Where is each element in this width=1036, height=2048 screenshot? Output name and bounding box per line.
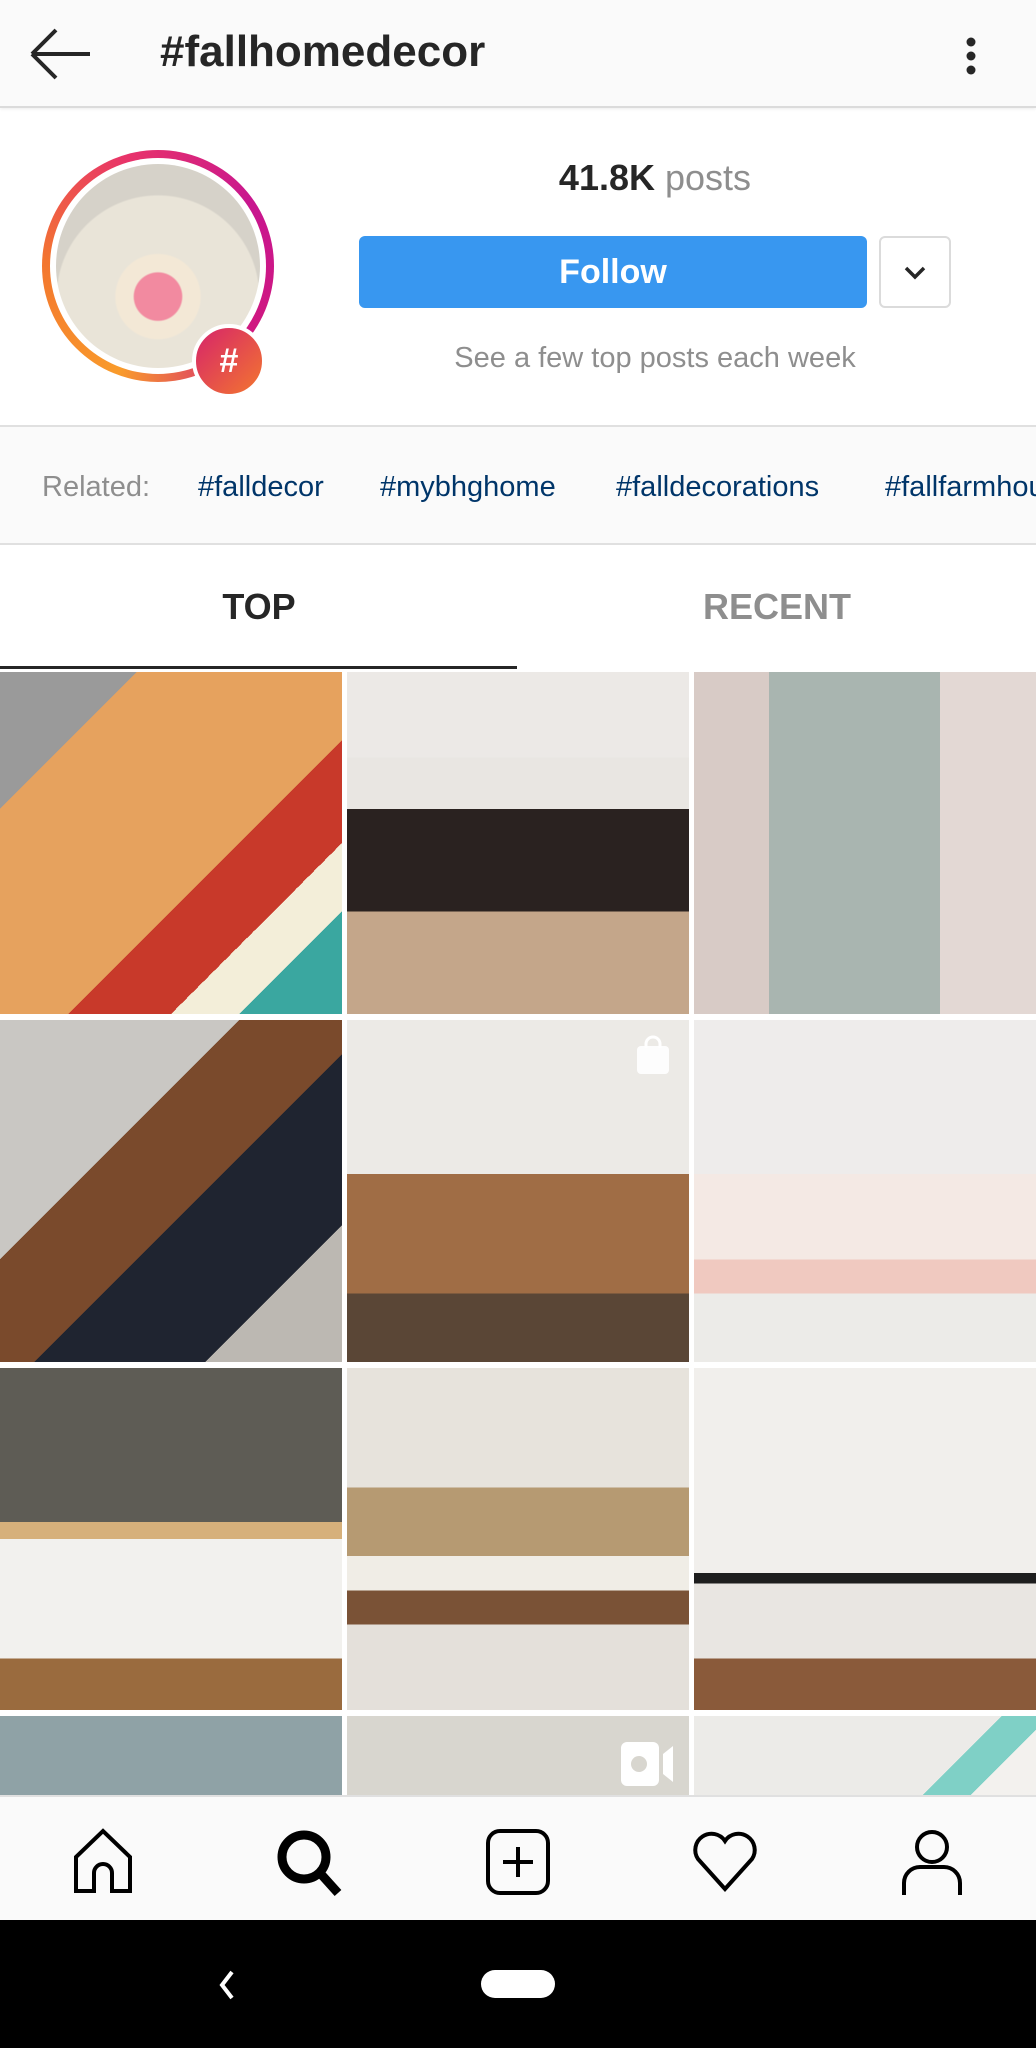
shopping-bag-icon [637, 1035, 669, 1074]
related-tag[interactable]: #mybhghome [380, 469, 556, 505]
follow-button[interactable]: Follow [359, 236, 867, 308]
posts-number: 41.8K [558, 157, 655, 198]
posts-label: posts [665, 157, 752, 198]
home-icon[interactable] [68, 1827, 138, 1897]
post-thumbnail[interactable] [694, 1020, 1036, 1362]
post-thumbnail[interactable] [0, 1020, 342, 1362]
home-pill[interactable] [481, 1970, 555, 1998]
system-navigation-bar [0, 1920, 1036, 2048]
post-thumbnail[interactable] [0, 1716, 342, 1795]
hashtag-badge: # [192, 324, 266, 398]
posts-count: 41.8K posts [359, 152, 951, 204]
active-tab-indicator [0, 666, 517, 669]
post-thumbnail[interactable] [347, 1020, 689, 1362]
post-thumbnail[interactable] [694, 672, 1036, 1014]
igtv-video-icon [621, 1742, 673, 1786]
chevron-down-icon [904, 266, 926, 280]
more-vertical-icon[interactable] [956, 22, 986, 86]
follow-hint: See a few top posts each week [454, 342, 856, 374]
related-tag[interactable]: #fallfarmhouse [885, 469, 1036, 505]
post-thumbnail[interactable] [694, 1716, 1036, 1795]
posts-grid [0, 672, 1036, 1795]
top-bar: #fallhomedecor [0, 0, 1036, 108]
post-thumbnail[interactable] [347, 672, 689, 1014]
search-icon[interactable] [274, 1827, 344, 1897]
tab-top[interactable]: TOP [0, 545, 518, 669]
post-thumbnail[interactable] [0, 1368, 342, 1710]
system-back-icon[interactable] [214, 1968, 240, 2002]
arrow-left-icon[interactable] [28, 22, 96, 86]
related-tag[interactable]: #falldecorations [616, 469, 819, 505]
post-thumbnail[interactable] [694, 1368, 1036, 1710]
heart-icon[interactable] [690, 1827, 760, 1897]
post-thumbnail[interactable] [0, 672, 342, 1014]
related-label: Related: [42, 471, 151, 503]
bottom-navigation [0, 1795, 1036, 1920]
related-tag[interactable]: #falldecor [198, 469, 324, 505]
tab-recent[interactable]: RECENT [518, 545, 1036, 669]
related-hashtags: Related: #falldecor #mybhghome #falldeco… [0, 425, 1036, 545]
post-thumbnail[interactable] [347, 1368, 689, 1710]
profile-icon[interactable] [897, 1827, 967, 1897]
post-thumbnail[interactable] [347, 1716, 689, 1795]
add-post-icon[interactable] [483, 1827, 553, 1897]
follow-options-button[interactable] [879, 236, 951, 308]
page-title: #fallhomedecor [160, 27, 486, 76]
